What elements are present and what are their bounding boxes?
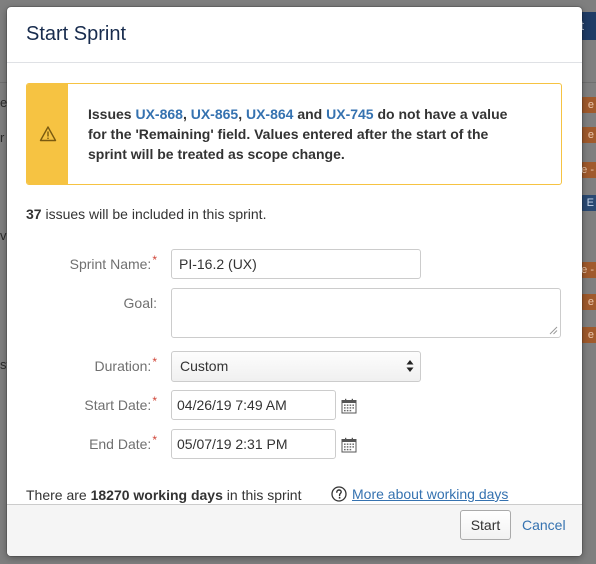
end-date-input[interactable]: 05/07/19 2:31 PM — [171, 429, 336, 459]
duration-label: Duration:* — [94, 355, 157, 374]
start-sprint-dialog: Start Sprint Issues UX-868, UX-865, UX-8… — [7, 7, 582, 556]
goal-textarea[interactable] — [171, 288, 561, 338]
background-text: r — [0, 130, 5, 145]
warning-message: Issues UX-868, UX-865, UX-864 and UX-745… — [26, 83, 562, 185]
required-marker: * — [152, 433, 157, 447]
issue-link-ux-864[interactable]: UX-864 — [246, 106, 293, 122]
issue-count-text: 37 issues will be included in this sprin… — [26, 206, 267, 222]
dialog-header: Start Sprint — [7, 7, 582, 63]
start-date-input[interactable]: 04/26/19 7:49 AM — [171, 390, 336, 420]
background-badge: E — [580, 195, 596, 211]
required-marker: * — [152, 394, 157, 408]
start-button[interactable]: Start — [460, 510, 511, 540]
resize-grip-icon[interactable] — [549, 326, 558, 335]
calendar-icon[interactable] — [341, 437, 357, 453]
warning-text: Issues UX-868, UX-865, UX-864 and UX-745… — [88, 106, 508, 162]
warning-icon — [39, 126, 57, 142]
calendar-icon[interactable] — [341, 398, 357, 414]
help-icon — [331, 486, 347, 502]
select-arrows-icon — [406, 360, 414, 372]
dialog-title: Start Sprint — [26, 23, 127, 45]
required-marker: * — [152, 253, 157, 267]
sprint-name-label: Sprint Name:* — [69, 253, 157, 272]
issue-link-ux-745[interactable]: UX-745 — [326, 106, 373, 122]
issue-link-ux-868[interactable]: UX-868 — [135, 106, 182, 122]
background-badge: e F — [580, 327, 596, 343]
goal-label: Goal: — [123, 295, 157, 311]
more-about-working-days-link[interactable]: More about working days — [331, 486, 508, 502]
cancel-button[interactable]: Cancel — [522, 517, 566, 533]
background-badge: e F — [580, 97, 596, 113]
end-date-label: End Date:* — [89, 433, 157, 452]
background-badge: e - — [580, 262, 596, 278]
background-badge: e - — [580, 162, 596, 178]
background-badge: e F — [580, 127, 596, 143]
issue-link-ux-865[interactable]: UX-865 — [191, 106, 238, 122]
duration-select[interactable]: Custom — [171, 351, 421, 382]
working-days-text: There are 18270 working days in this spr… — [26, 487, 302, 503]
background-badge: e F — [580, 294, 596, 310]
sprint-name-input[interactable]: PI-16.2 (UX) — [171, 249, 421, 279]
required-marker: * — [152, 355, 157, 369]
start-date-label: Start Date:* — [84, 394, 157, 413]
